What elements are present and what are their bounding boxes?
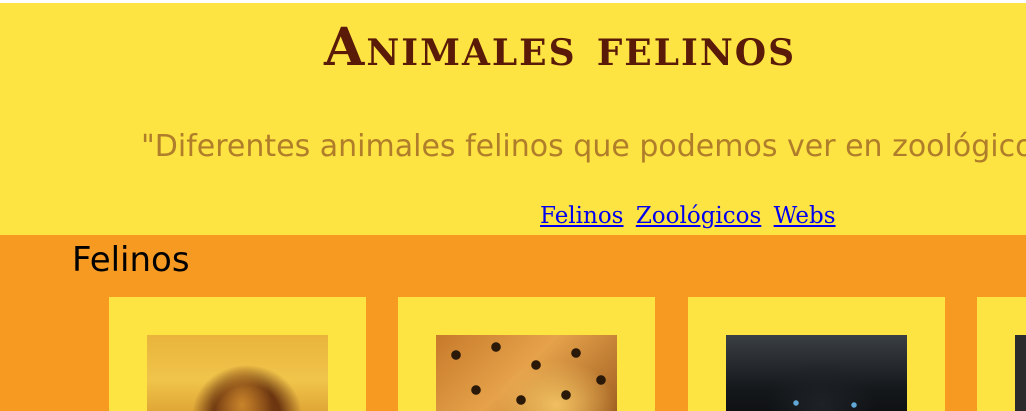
black-panther-photo[interactable] [726,335,907,411]
card-black-panther[interactable] [688,297,945,411]
card-partial[interactable] [977,297,1026,411]
site-title: Animales felinos [324,17,797,78]
main-nav: Felinos Zoológicos Webs [540,203,841,229]
nav-link-webs[interactable]: Webs [774,203,836,229]
felinos-section: Felinos [0,235,1026,411]
card-leopard[interactable] [398,297,655,411]
nav-link-felinos[interactable]: Felinos [540,203,624,229]
site-header: Animales felinos "Diferentes animales fe… [0,3,1026,235]
partial-photo[interactable] [1015,335,1026,411]
site-subtitle: "Diferentes animales felinos que podemos… [141,129,1026,164]
card-lion[interactable] [109,297,366,411]
nav-link-zoologicos[interactable]: Zoológicos [636,203,762,229]
lion-photo[interactable] [147,335,328,411]
leopard-photo[interactable] [436,335,617,411]
section-title: Felinos [72,240,190,280]
